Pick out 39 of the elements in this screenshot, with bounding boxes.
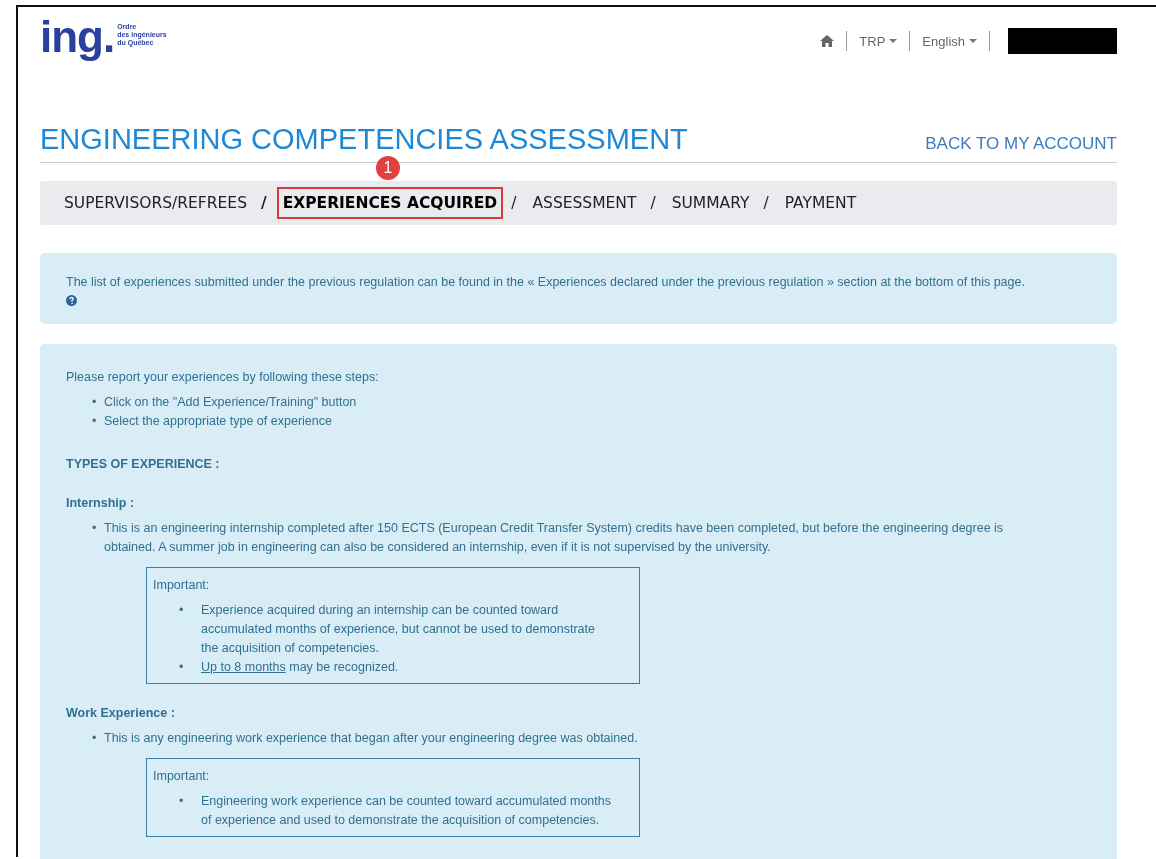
bullet: • [179,793,185,810]
step-tab[interactable]: SUPERVISORS/REFREES [58,187,253,219]
step-separator: / [763,194,769,212]
dropdown-menu[interactable]: TRP [847,31,911,51]
type-heading: Work Experience : [66,705,176,722]
home-icon[interactable] [820,35,835,47]
list-item: This is any engineering work experience that began after your engineering degree was obtained. [104,730,638,747]
list-item: This is an engineering internship completed after 150 ECTS (European Credit Transfer System) credits have been completed, but before the engineering degree is obtained. A summer job in engineering can also be considered an internship, even if it is not supervised by the university. [104,520,1005,556]
help-icon[interactable] [66,295,77,306]
important-label: Important: [153,768,211,785]
list-item: Engineering work experience can be counted toward accumulated months of experience and used to demonstrate the acquisition of competencies. [201,793,612,829]
step-tab[interactable]: ASSESSMENT [526,187,643,219]
step-separator: / [650,194,656,212]
list-item: Select the appropriate type of experience [104,413,332,430]
step-tab[interactable]: SUMMARY [665,187,756,219]
step-separator: / [511,194,517,212]
bullet: • [92,394,98,411]
bullet: • [179,602,185,619]
type-heading: Internship : [66,495,136,512]
step-separator: / [260,194,267,212]
bullet: • [179,659,185,676]
bullet: • [92,730,98,747]
back-link[interactable]: BACK TO MY ACCOUNT [925,134,1117,156]
dropdown-menu[interactable]: English [910,31,990,51]
bullet: • [92,520,98,537]
bullet: • [92,413,98,430]
list-item: Experience acquired during an internship can be counted toward accumulated months of experience, but cannot be used to demonstrate the acquisition of competencies. [201,602,596,657]
important-label: Important: [153,577,211,594]
page-title: ENGINEERING COMPETENCIES ASSESSMENT [40,123,688,156]
list-item: Up to 8 months may be recognized. [201,659,399,676]
annotation-badge: 1 [375,156,400,180]
caret-icon [889,39,898,43]
notice-text: The list of experiences submitted under the previous regulation can be found in the « Experiences declared under the previous regulation » section at the bottom of this page. [66,275,1026,289]
link[interactable]: Up to 8 months [201,660,286,674]
list-item: Click on the "Add Experience/Training" button [104,394,357,411]
caret-icon [969,39,977,43]
intro-text: Please report your experiences by following these steps: [66,369,380,386]
section-heading: TYPES OF EXPERIENCE : [66,456,221,473]
step-tab[interactable]: PAYMENT [778,187,863,219]
